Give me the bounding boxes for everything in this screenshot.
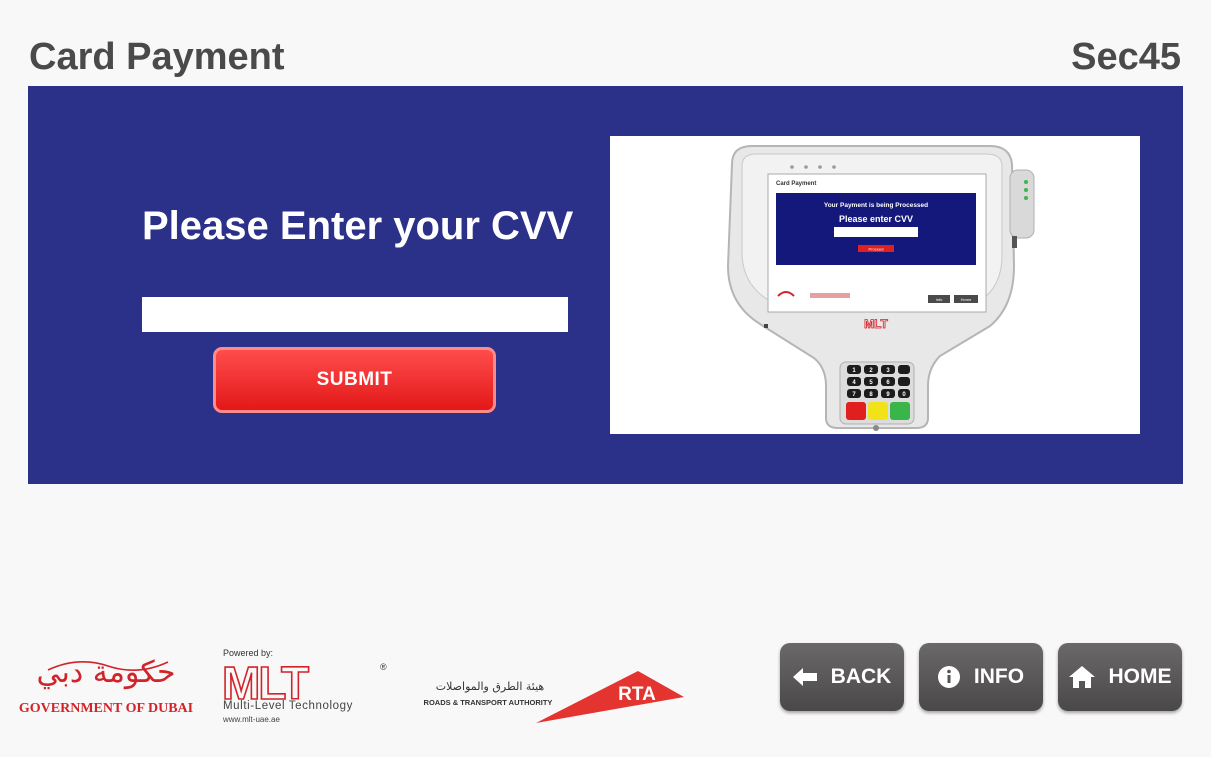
session-counter: Sec45 — [1071, 36, 1181, 78]
government-of-dubai-logo: حكومة دبي GOVERNMENT OF DUBAI — [18, 648, 198, 718]
home-button-label: HOME — [1108, 665, 1172, 688]
rta-brand: RTA — [618, 684, 656, 705]
illustration-home-text: Home — [961, 297, 972, 302]
rta-logo-arabic: هيئة الطرق والمواصلات — [436, 680, 545, 693]
home-icon — [1068, 666, 1095, 688]
rta-logo: هيئة الطرق والمواصلات ROADS & TRANSPORT … — [412, 665, 692, 727]
mlt-url: www.mlt-uae.ae — [222, 715, 280, 724]
info-button-label: INFO — [973, 665, 1025, 688]
cvv-panel: Please Enter your CVV SUBMIT Card Paymen… — [28, 86, 1183, 484]
payment-terminal-illustration: Card Payment Your Payment is being Proce… — [610, 136, 1140, 434]
illustration-info-text: Info — [936, 297, 943, 302]
gov-logo-english: GOVERNMENT OF DUBAI — [19, 701, 193, 716]
home-button[interactable]: HOME — [1058, 643, 1182, 711]
cvv-input[interactable] — [142, 297, 568, 332]
cvv-prompt: Please Enter your CVV — [142, 204, 574, 248]
arrow-left-icon — [792, 668, 817, 686]
page-title: Card Payment — [29, 36, 285, 78]
illustration-enter-cvv-text: Please enter CVV — [839, 214, 913, 224]
back-button[interactable]: BACK — [780, 643, 904, 711]
gov-logo-arabic: حكومة دبي — [36, 655, 175, 690]
rta-logo-english: ROADS & TRANSPORT AUTHORITY — [424, 698, 553, 707]
back-button-label: BACK — [830, 665, 892, 688]
info-icon — [937, 666, 960, 688]
illustration-screen-title: Card Payment — [776, 181, 816, 187]
mlt-tagline: Multi-Level Technology — [223, 700, 353, 712]
mlt-registered: ® — [380, 662, 387, 672]
illustration-button-text: Proceed — [869, 247, 884, 252]
illustration-processing-text: Your Payment is being Processed — [824, 202, 928, 209]
submit-button[interactable]: SUBMIT — [213, 347, 496, 413]
illustration-brand: MLT — [864, 317, 888, 331]
mlt-logo: Powered by: MLT ® Multi-Level Technology… — [220, 646, 395, 728]
info-button[interactable]: INFO — [919, 643, 1043, 711]
